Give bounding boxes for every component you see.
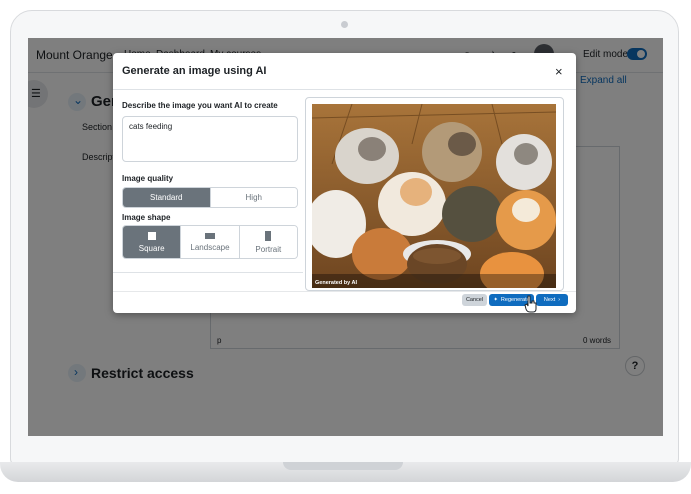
image-shape-selector: Square Landscape Portrait	[122, 225, 298, 259]
cancel-button[interactable]: Cancel	[462, 294, 487, 306]
next-button[interactable]: Next ›	[536, 294, 568, 306]
next-button-label: Next	[543, 297, 556, 303]
prompt-label: Describe the image you want AI to create	[122, 101, 278, 110]
generated-by-ai-label: Generated by AI	[315, 280, 357, 286]
shape-option-landscape-label: Landscape	[190, 242, 230, 252]
image-quality-label: Image quality	[122, 174, 174, 183]
shape-option-portrait[interactable]: Portrait	[238, 226, 297, 258]
modal-header-divider	[113, 89, 576, 90]
prompt-input[interactable]: cats feeding	[122, 116, 298, 162]
shape-option-landscape[interactable]: Landscape	[180, 226, 239, 258]
modal-footer-divider	[113, 291, 576, 292]
sparkle-icon: ✦	[493, 297, 498, 303]
quality-option-high[interactable]: High	[209, 188, 297, 207]
close-icon[interactable]: ×	[555, 64, 563, 79]
image-shape-label: Image shape	[122, 213, 171, 222]
laptop-notch	[283, 462, 403, 470]
chevron-right-icon: ›	[558, 297, 561, 303]
hand-pointer-icon	[524, 295, 537, 313]
square-icon	[147, 231, 156, 240]
landscape-icon	[204, 232, 215, 239]
portrait-icon	[265, 230, 272, 241]
webcam	[341, 21, 348, 28]
generated-image	[312, 104, 556, 288]
image-quality-selector: Standard High	[122, 187, 298, 208]
shape-option-square-label: Square	[138, 243, 165, 253]
shape-option-portrait-label: Portrait	[255, 244, 282, 254]
shape-option-square[interactable]: Square	[123, 226, 181, 258]
quality-option-standard[interactable]: Standard	[123, 188, 210, 207]
modal-title: Generate an image using AI	[122, 65, 267, 77]
form-divider	[113, 272, 303, 273]
